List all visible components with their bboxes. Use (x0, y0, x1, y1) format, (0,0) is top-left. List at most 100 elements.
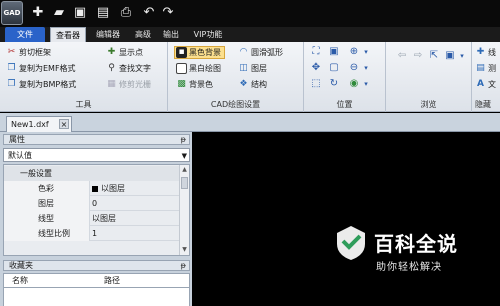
forward-arrow-icon[interactable]: ⇨ (412, 50, 424, 62)
scrollbar-thumb[interactable] (181, 177, 188, 189)
trim-raster-label: 修剪光栅 (119, 80, 151, 89)
copy-emf-label: 复制为EMF格式 (19, 64, 76, 73)
show-points-button[interactable]: ✚ 显示点 (106, 46, 143, 59)
view-icon[interactable]: ▣ (444, 50, 456, 62)
group-position-label: 位置 (336, 100, 353, 109)
frame-icon[interactable]: ▢ (328, 62, 340, 74)
view-3d-icon[interactable]: ⬚ (310, 78, 322, 90)
app-logo-text: GAD (3, 9, 21, 17)
black-background-icon: ▪ (176, 47, 187, 58)
hide-measure-icon: ▤ (476, 63, 485, 73)
document-tab-strip: New1.dxf × (0, 113, 500, 132)
tab-vip[interactable]: VIP功能 (186, 27, 230, 42)
group-tools-label: 工具 (75, 100, 92, 109)
scroll-down-icon[interactable]: ▼ (181, 246, 188, 254)
pin-icon[interactable]: ᵽ (181, 261, 186, 271)
document-tab[interactable]: New1.dxf × (6, 116, 72, 132)
favorites-list (3, 288, 190, 306)
save-icon[interactable]: ▣ (72, 5, 88, 21)
favorites-header: 名称 路径 (3, 273, 190, 288)
layers-button[interactable]: ◫ 图层 (238, 62, 267, 75)
zoom-in-icon[interactable]: ⊕ (348, 46, 360, 58)
zoom-out-icon[interactable]: ⊖ (348, 62, 360, 74)
tab-viewer[interactable]: 查看器 (50, 27, 86, 42)
redo-icon[interactable]: ↷ (160, 5, 176, 21)
property-row[interactable]: 线型 以图层 (4, 211, 179, 226)
find-text-icon: ⚲ (108, 63, 115, 73)
group-cad-settings: ▪ 黑色背景 黑白绘图 ▩ 背景色 ◠ 圆滑弧形 ◫ 图层 ❖ 结构 CAD绘图设置 (168, 42, 304, 112)
save-as-icon[interactable]: ▤ (95, 5, 111, 21)
group-hide: ✚ 线 ▤ 测 A文 隐藏 (472, 42, 500, 112)
chevron-down-icon[interactable]: ▼ (182, 150, 187, 163)
watermark-subtitle: 助你轻松解决 (376, 262, 442, 273)
fit-screen-icon[interactable]: ⛶ (310, 46, 322, 58)
pan-icon[interactable]: ⇱ (428, 50, 440, 62)
pin-icon[interactable]: ᵽ (181, 135, 186, 145)
open-folder-icon[interactable]: ▰ (51, 5, 67, 21)
globe-dropdown-icon[interactable]: ▾ (360, 78, 372, 90)
smooth-arc-button[interactable]: ◠ 圆滑弧形 (238, 46, 283, 59)
hide-line-button[interactable]: ✚ 线 (475, 46, 496, 59)
structure-label: 结构 (251, 80, 267, 89)
copy-bmp-icon: ❐ (7, 79, 16, 89)
new-document-icon[interactable]: ✚ (30, 5, 46, 21)
property-row[interactable]: 线型比例 1 (4, 226, 179, 241)
globe-icon[interactable]: ◉ (348, 78, 360, 90)
watermark-title: 百科全说 (374, 232, 458, 256)
copy-emf-icon: ❐ (7, 63, 16, 73)
property-scrollbar[interactable]: ▲ ▼ (179, 165, 189, 255)
undo-icon[interactable]: ↶ (141, 5, 157, 21)
view-dropdown-icon[interactable]: ▾ (456, 50, 468, 62)
trim-raster-button[interactable]: ▦ 修剪光栅 (106, 78, 151, 91)
hide-measure-label: 测 (488, 64, 496, 73)
tab-editor[interactable]: 编辑器 (90, 27, 126, 42)
hide-measure-button[interactable]: ▤ 测 (475, 62, 496, 75)
column-path[interactable]: 路径 (104, 274, 120, 288)
favorites-title-label: 收藏夹 (9, 261, 33, 270)
structure-icon: ❖ (239, 79, 248, 89)
back-arrow-icon[interactable]: ⇦ (396, 50, 408, 62)
show-points-label: 显示点 (119, 48, 143, 57)
find-text-button[interactable]: ⚲ 查找文字 (106, 62, 151, 75)
cut-frame-button[interactable]: ✂ 剪切框架 (6, 46, 51, 59)
tab-output[interactable]: 输出 (158, 27, 184, 42)
copy-emf-button[interactable]: ❐ 复制为EMF格式 (6, 62, 76, 75)
orbit-icon[interactable]: ↻ (328, 78, 340, 90)
property-value[interactable]: 以图层 (92, 211, 116, 226)
structure-button[interactable]: ❖ 结构 (238, 78, 267, 91)
copy-bmp-button[interactable]: ❐ 复制为BMP格式 (6, 78, 76, 91)
move-icon[interactable]: ✥ (310, 62, 322, 74)
property-value[interactable]: 0 (92, 196, 97, 211)
black-white-drawing-button[interactable]: 黑白绘图 (176, 62, 221, 75)
properties-selector[interactable]: 默认值 ▼ (3, 148, 190, 162)
black-background-button[interactable]: ▪ 黑色背景 (174, 46, 225, 59)
column-name[interactable]: 名称 (12, 274, 28, 288)
app-logo-icon[interactable]: GAD (1, 1, 23, 25)
property-row[interactable]: 色彩 以图层 (4, 181, 179, 196)
property-value[interactable]: 以图层 (92, 181, 125, 196)
close-tab-icon[interactable]: × (59, 119, 69, 129)
smooth-arc-icon: ◠ (239, 47, 248, 57)
print-icon[interactable]: ⎙ (118, 5, 134, 21)
zoom-in-dropdown-icon[interactable]: ▾ (360, 46, 372, 58)
ribbon: ✂ 剪切框架 ❐ 复制为EMF格式 ❐ 复制为BMP格式 ✚ 显示点 ⚲ 查找文字 ▦ 修剪… (0, 42, 500, 112)
tab-file[interactable]: 文件 (5, 27, 45, 42)
zoom-out-dropdown-icon[interactable]: ▾ (360, 62, 372, 74)
hide-line-label: 线 (488, 48, 496, 57)
select-area-icon[interactable]: ▣ (328, 46, 340, 58)
hide-text-button[interactable]: A文 (475, 78, 496, 91)
ribbon-tab-bar: 文件 查看器 编辑器 高级 输出 VIP功能 (0, 27, 500, 42)
property-row[interactable]: 图层 0 (4, 196, 179, 211)
color-swatch-icon (92, 185, 98, 192)
scroll-up-icon[interactable]: ▲ (181, 166, 188, 174)
black-background-label: 黑色背景 (189, 48, 221, 57)
watermark-logo-icon (337, 226, 365, 260)
tab-advanced[interactable]: 高级 (130, 27, 156, 42)
trim-raster-icon: ▦ (107, 79, 116, 89)
hide-text-icon: A (477, 79, 484, 89)
property-value-text: 以图层 (101, 184, 125, 193)
property-value[interactable]: 1 (92, 226, 97, 241)
background-color-button[interactable]: ▩ 背景色 (176, 78, 213, 91)
property-category[interactable]: − 一般设置 (4, 166, 179, 181)
group-hide-label: 隐藏 (475, 100, 491, 109)
